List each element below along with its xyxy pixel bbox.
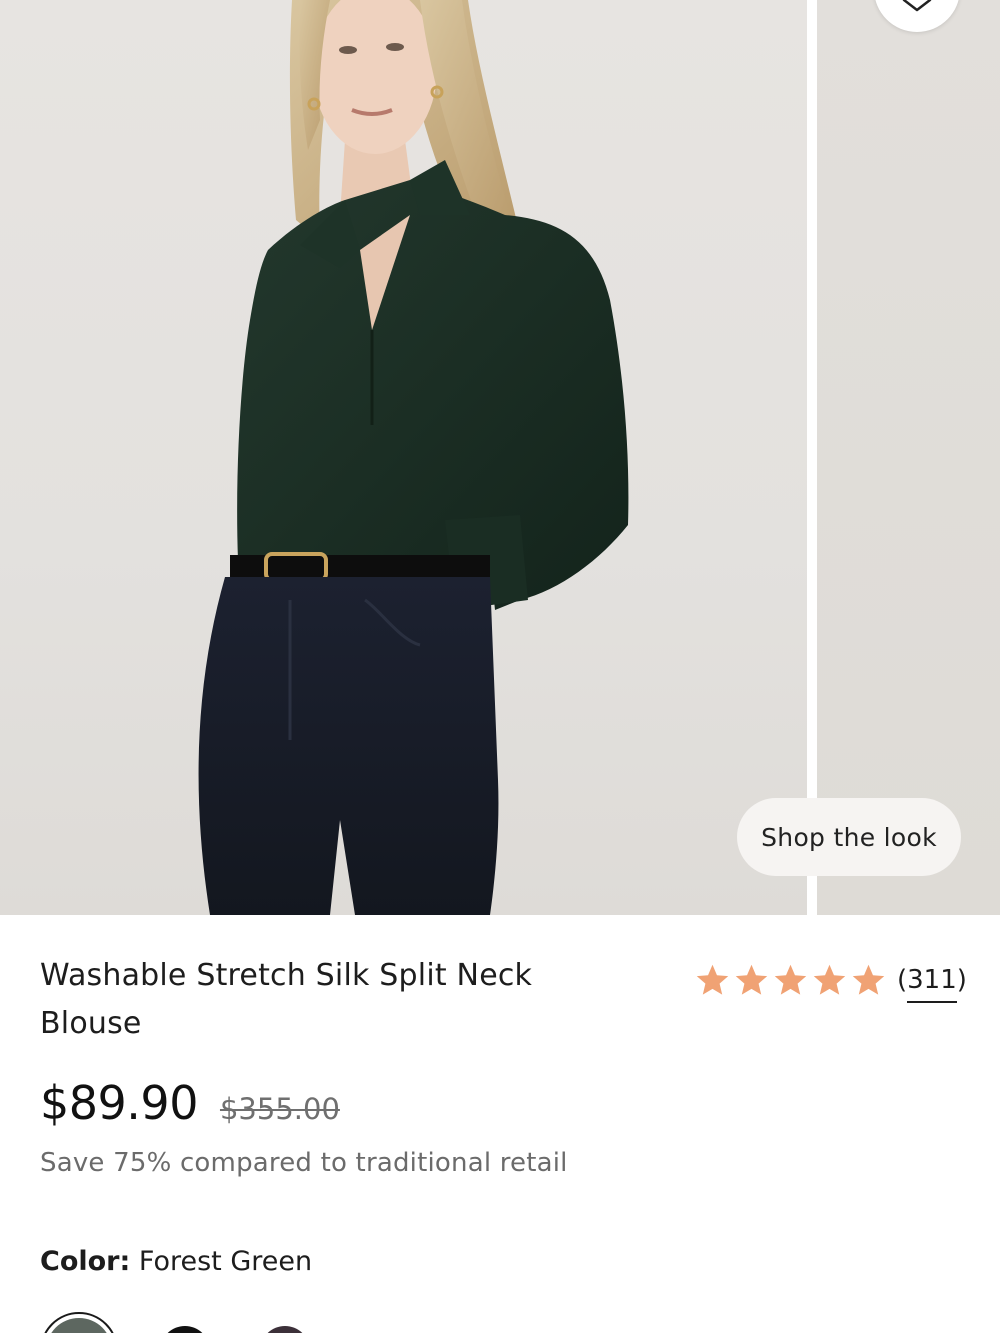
star-icon: [774, 964, 807, 995]
shop-the-look-button[interactable]: Shop the look: [737, 798, 961, 876]
review-count-link[interactable]: (311): [897, 965, 967, 1003]
swatch-black[interactable]: [160, 1326, 210, 1333]
swatch-forest-green-fill: [46, 1318, 112, 1333]
current-price: $89.90: [40, 1076, 198, 1130]
swatch-plum[interactable]: [260, 1326, 310, 1333]
savings-text: Save 75% compared to traditional retail: [40, 1148, 568, 1178]
model-photo: [198, 0, 629, 915]
swatch-forest-green[interactable]: [40, 1312, 118, 1333]
star-icon: [735, 964, 768, 995]
selected-color-name: Forest Green: [138, 1246, 313, 1277]
price-row: $89.90 $355.00: [40, 1076, 340, 1130]
color-label: Color:: [40, 1246, 131, 1277]
star-rating: [694, 962, 887, 999]
original-price: $355.00: [219, 1092, 340, 1126]
product-photo-main[interactable]: [0, 0, 807, 915]
star-icon: [696, 964, 729, 995]
star-icon: [852, 964, 885, 995]
product-page: Shop the look Washable Stretch Silk Spli…: [0, 0, 1000, 1333]
product-image-gallery[interactable]: Shop the look: [0, 0, 1000, 915]
color-selection-label: Color: Forest Green: [40, 1246, 312, 1277]
shop-the-look-label: Shop the look: [761, 822, 937, 852]
heart-icon: [902, 0, 932, 12]
product-rating[interactable]: (311): [694, 957, 967, 1003]
product-photo-next[interactable]: [817, 0, 1000, 915]
product-title: Washable Stretch Silk Split Neck Blouse: [40, 958, 533, 1041]
star-icon: [813, 964, 846, 995]
